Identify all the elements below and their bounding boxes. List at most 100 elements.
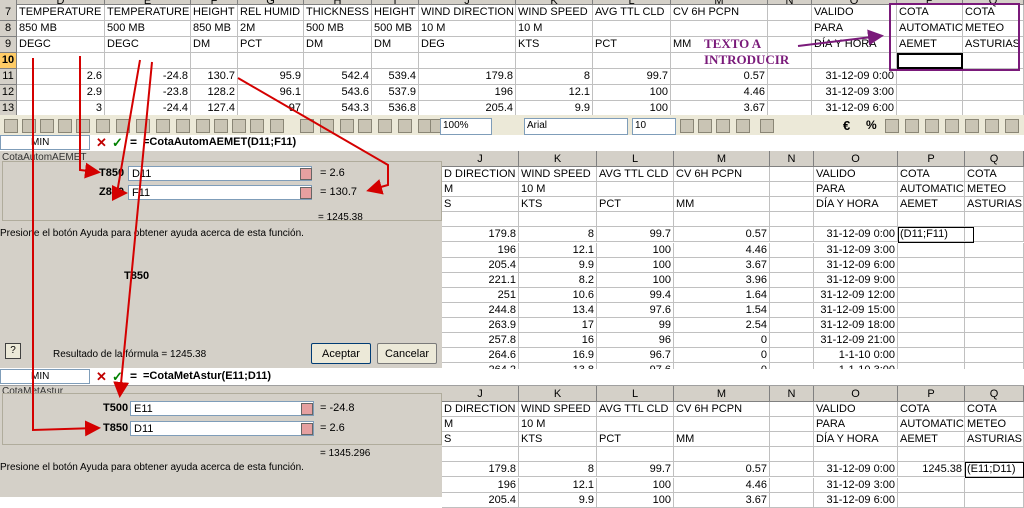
cell[interactable]	[770, 447, 814, 463]
cell[interactable]: 96.1	[238, 85, 304, 101]
cell[interactable]	[770, 272, 814, 288]
cell[interactable]	[965, 333, 1024, 349]
cell[interactable]: 10 M	[519, 182, 597, 198]
cell[interactable]	[898, 333, 965, 349]
cell[interactable]	[898, 287, 965, 303]
cell[interactable]: PARA	[814, 182, 898, 198]
cell[interactable]: 539.4	[372, 69, 419, 85]
undo-icon[interactable]	[270, 119, 284, 133]
cell[interactable]: 4.46	[674, 477, 770, 493]
cell[interactable]: 8	[519, 227, 597, 243]
cell[interactable]: 537.9	[372, 85, 419, 101]
cell[interactable]: 31-12-09 18:00	[814, 318, 898, 333]
cell[interactable]: VALIDO	[814, 402, 898, 417]
cell[interactable]: 0.57	[671, 69, 768, 85]
cell[interactable]	[965, 212, 1024, 228]
cell[interactable]: 543.6	[304, 85, 372, 101]
cell[interactable]: 251	[442, 287, 519, 303]
cell[interactable]	[304, 53, 372, 69]
column-header[interactable]: N	[770, 386, 814, 402]
cell[interactable]: 205.4	[442, 492, 519, 508]
cell[interactable]	[965, 302, 1024, 318]
cell[interactable]: 0.57	[674, 462, 770, 478]
cell[interactable]: 1.64	[674, 287, 770, 303]
cell[interactable]: VALIDO	[814, 167, 898, 182]
cell[interactable]: VALIDO	[812, 5, 897, 21]
cell[interactable]: 99.4	[597, 287, 674, 303]
save-icon[interactable]	[58, 119, 72, 133]
cell[interactable]	[372, 53, 419, 69]
cell[interactable]: 31-12-09 3:00	[812, 85, 897, 101]
cell[interactable]: CV 6H PCPN	[671, 5, 768, 21]
zoom-select[interactable]: 100%	[440, 118, 492, 135]
cell[interactable]: 179.8	[442, 227, 519, 243]
cell[interactable]: 31-12-09 0:00	[812, 69, 897, 85]
cell[interactable]: 8	[519, 462, 597, 478]
email-icon[interactable]	[96, 119, 110, 133]
equals-icon[interactable]: =	[130, 135, 137, 149]
cell[interactable]: 205.4	[442, 257, 519, 273]
cell[interactable]: 1-1-10 0:00	[814, 348, 898, 364]
cell[interactable]: 4.46	[674, 242, 770, 258]
cell[interactable]: KTS	[516, 37, 593, 53]
cell[interactable]	[965, 272, 1024, 288]
cell[interactable]: 1245.38	[898, 462, 965, 478]
row-header[interactable]: 9	[0, 37, 17, 53]
cell[interactable]: DM	[372, 37, 419, 53]
column-header[interactable]: N	[770, 151, 814, 167]
collapse-dialog-icon[interactable]	[300, 168, 312, 180]
cell[interactable]: 10 M	[419, 21, 516, 37]
active-cell[interactable]	[898, 227, 974, 243]
open-icon[interactable]	[40, 119, 54, 133]
cell[interactable]	[674, 447, 770, 463]
align-center-icon[interactable]	[698, 119, 712, 133]
cell[interactable]: 100	[597, 477, 674, 493]
cell[interactable]: 99.7	[597, 227, 674, 243]
cell[interactable]: 179.8	[419, 69, 516, 85]
cell[interactable]	[770, 318, 814, 333]
increase-decimal-icon[interactable]	[905, 119, 919, 133]
cell[interactable]: DEG	[419, 37, 516, 53]
cell[interactable]	[898, 477, 965, 493]
cell[interactable]	[770, 302, 814, 318]
cell[interactable]: AUTOMATIC	[898, 417, 965, 433]
cell[interactable]: 2.54	[674, 318, 770, 333]
cell[interactable]: 31-12-09 9:00	[814, 272, 898, 288]
column-header[interactable]: L	[597, 151, 674, 167]
align-right-icon[interactable]	[716, 119, 730, 133]
cell[interactable]: 2M	[238, 21, 304, 37]
cell[interactable]: 100	[597, 257, 674, 273]
cell[interactable]: 221.1	[442, 272, 519, 288]
cell[interactable]	[770, 348, 814, 364]
cell[interactable]: 10.6	[519, 287, 597, 303]
cell[interactable]	[770, 167, 814, 182]
copy-icon[interactable]	[214, 119, 228, 133]
cell[interactable]: KTS	[519, 197, 597, 213]
cell[interactable]: DÍA Y HORA	[812, 37, 897, 53]
cell[interactable]	[593, 53, 671, 69]
cell[interactable]: 542.4	[304, 69, 372, 85]
cell[interactable]	[898, 242, 965, 258]
cell[interactable]	[105, 53, 191, 69]
cell[interactable]: 100	[597, 272, 674, 288]
cell[interactable]: S	[442, 197, 519, 213]
redo-icon[interactable]	[300, 119, 314, 133]
cell[interactable]: 13.4	[519, 302, 597, 318]
bold-icon[interactable]	[4, 119, 18, 133]
cell[interactable]: WIND SPEED	[516, 5, 593, 21]
cell[interactable]: MM	[674, 432, 770, 448]
cut-icon[interactable]	[196, 119, 210, 133]
cell[interactable]: COTA	[898, 167, 965, 182]
cell[interactable]	[770, 227, 814, 243]
collapse-dialog-icon[interactable]	[301, 423, 313, 435]
borders-icon[interactable]	[965, 119, 979, 133]
cell[interactable]: 31-12-09 0:00	[814, 462, 898, 478]
cell[interactable]: 16.9	[519, 348, 597, 364]
equals-icon[interactable]: =	[130, 369, 137, 383]
cell[interactable]: TEMPERATURE	[105, 5, 191, 21]
row-header[interactable]: 8	[0, 21, 17, 37]
column-header[interactable]: Q	[965, 151, 1024, 167]
cell[interactable]	[770, 417, 814, 433]
column-header[interactable]: M	[674, 151, 770, 167]
cell[interactable]: DM	[304, 37, 372, 53]
